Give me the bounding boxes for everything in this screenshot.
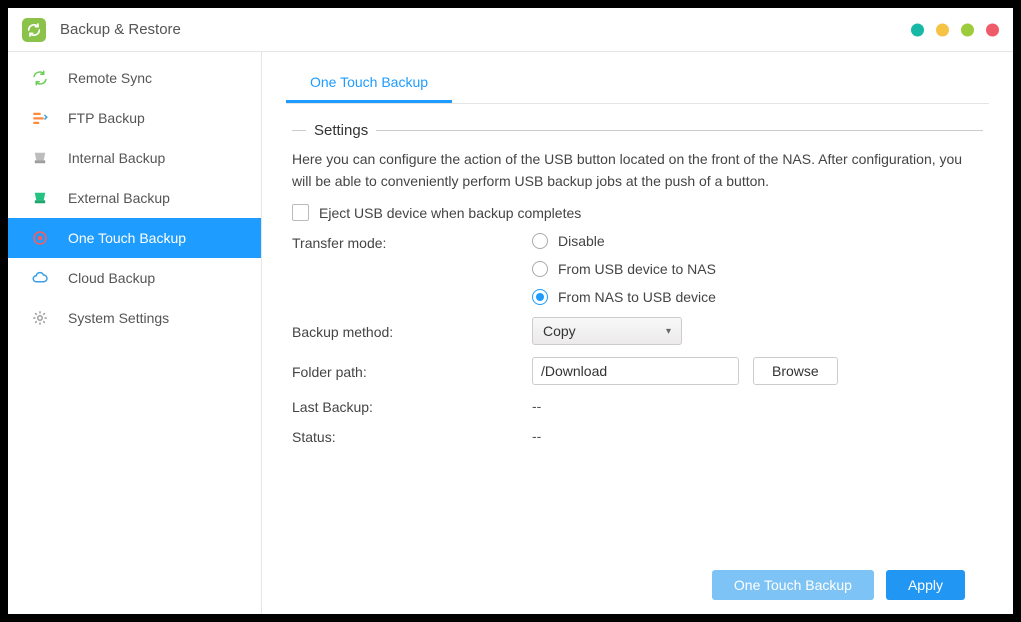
radio-icon: [532, 289, 548, 305]
select-value: Copy: [543, 323, 576, 339]
sidebar-item-label: External Backup: [68, 190, 170, 206]
last-backup-value: --: [532, 398, 983, 414]
backup-method-label: Backup method:: [292, 322, 532, 340]
sidebar-item-label: System Settings: [68, 310, 169, 326]
browse-button[interactable]: Browse: [753, 357, 838, 385]
sidebar-item-one-touch-backup[interactable]: One Touch Backup: [8, 218, 261, 258]
titlebar: Backup & Restore: [8, 8, 1013, 52]
sync-icon: [30, 68, 50, 88]
sidebar-item-label: Internal Backup: [68, 150, 165, 166]
transfer-mode-label: Transfer mode:: [292, 233, 532, 251]
radio-label: From USB device to NAS: [558, 261, 716, 277]
sidebar-item-system-settings[interactable]: System Settings: [8, 298, 261, 338]
window-close-dot[interactable]: [986, 23, 999, 36]
sidebar-item-label: Cloud Backup: [68, 270, 155, 286]
backup-method-row: Backup method: Copy ▾: [292, 317, 983, 345]
sidebar-item-label: One Touch Backup: [68, 230, 186, 246]
sidebar-item-ftp-backup[interactable]: FTP Backup: [8, 98, 261, 138]
window-controls: [911, 23, 999, 36]
sidebar-item-internal-backup[interactable]: Internal Backup: [8, 138, 261, 178]
settings-heading: Settings: [314, 122, 368, 139]
sidebar-item-remote-sync[interactable]: Remote Sync: [8, 58, 261, 98]
ftp-icon: [30, 108, 50, 128]
divider-line: [376, 130, 983, 131]
backup-method-select[interactable]: Copy ▾: [532, 317, 682, 345]
main-content: One Touch Backup Settings Here you can c…: [262, 52, 1013, 614]
internal-drive-icon: [30, 148, 50, 168]
app-icon: [22, 18, 46, 42]
last-backup-row: Last Backup: --: [292, 397, 983, 415]
tab-bar: One Touch Backup: [286, 66, 989, 104]
body: Remote Sync FTP Backup Internal Backup E…: [8, 52, 1013, 614]
folder-path-row: Folder path: Browse: [292, 357, 983, 385]
radio-icon: [532, 233, 548, 249]
radio-usb-to-nas[interactable]: From USB device to NAS: [532, 261, 983, 277]
status-value: --: [532, 428, 983, 444]
one-touch-icon: [30, 228, 50, 248]
last-backup-label: Last Backup:: [292, 397, 532, 415]
app-window: Backup & Restore Remote Sync FTP Backup: [0, 0, 1021, 622]
radio-label: From NAS to USB device: [558, 289, 716, 305]
settings-heading-row: Settings: [292, 122, 983, 139]
radio-label: Disable: [558, 233, 605, 249]
chevron-down-icon: ▾: [666, 326, 671, 337]
cloud-icon: [30, 268, 50, 288]
sidebar-item-label: FTP Backup: [68, 110, 145, 126]
app-title: Backup & Restore: [60, 21, 181, 38]
tab-one-touch-backup[interactable]: One Touch Backup: [286, 66, 452, 103]
eject-row: Eject USB device when backup completes: [292, 204, 983, 221]
sidebar-item-cloud-backup[interactable]: Cloud Backup: [8, 258, 261, 298]
gear-icon: [30, 308, 50, 328]
divider-line: [292, 130, 306, 131]
radio-nas-to-usb[interactable]: From NAS to USB device: [532, 289, 983, 305]
status-row: Status: --: [292, 427, 983, 445]
radio-disable[interactable]: Disable: [532, 233, 983, 249]
eject-label: Eject USB device when backup completes: [319, 205, 581, 221]
window-minimize-dot[interactable]: [911, 23, 924, 36]
sidebar-item-external-backup[interactable]: External Backup: [8, 178, 261, 218]
footer: One Touch Backup Apply: [286, 560, 989, 614]
settings-panel: Settings Here you can configure the acti…: [286, 104, 989, 560]
folder-path-input[interactable]: [532, 357, 739, 385]
eject-checkbox[interactable]: [292, 204, 309, 221]
window-fullscreen-dot[interactable]: [961, 23, 974, 36]
sidebar: Remote Sync FTP Backup Internal Backup E…: [8, 52, 262, 614]
radio-icon: [532, 261, 548, 277]
status-label: Status:: [292, 427, 532, 445]
apply-button[interactable]: Apply: [886, 570, 965, 600]
settings-description: Here you can configure the action of the…: [292, 149, 983, 192]
external-drive-icon: [30, 188, 50, 208]
folder-path-label: Folder path:: [292, 362, 532, 380]
transfer-mode-row: Transfer mode: Disable From USB device t…: [292, 233, 983, 305]
one-touch-backup-button[interactable]: One Touch Backup: [712, 570, 874, 600]
sidebar-item-label: Remote Sync: [68, 70, 152, 86]
window-maximize-dot[interactable]: [936, 23, 949, 36]
